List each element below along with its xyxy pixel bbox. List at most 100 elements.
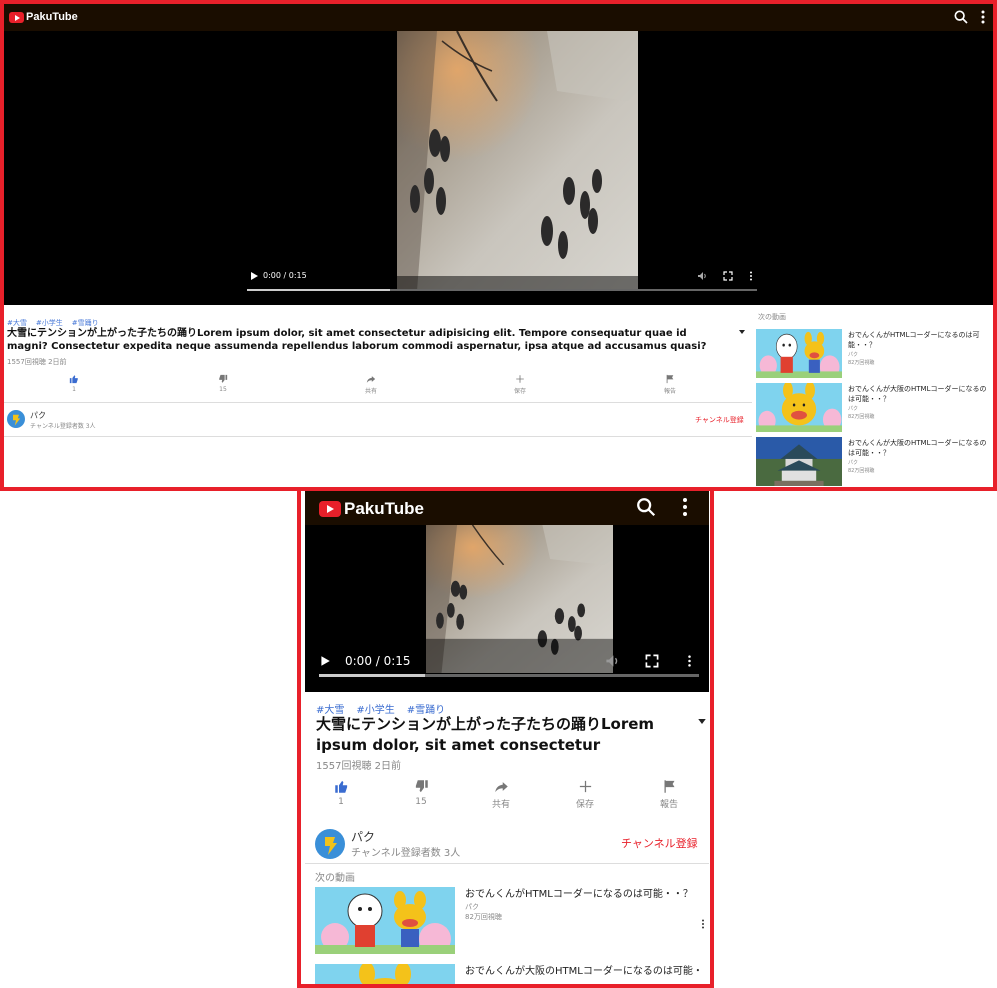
- view-count: 1557回視聴: [316, 761, 372, 772]
- avatar[interactable]: [7, 410, 25, 428]
- share-icon: [494, 782, 508, 793]
- subscribe-button[interactable]: チャンネル登録: [695, 415, 744, 425]
- top-bar: PakuTube: [4, 4, 993, 31]
- progress-bar[interactable]: [319, 674, 699, 677]
- video-thumbnail[interactable]: [315, 887, 455, 954]
- cartoon-thumbnail-image: [315, 964, 455, 984]
- cartoon-thumbnail-image: [315, 887, 455, 954]
- up-next-title[interactable]: おでんくんがHTMLコーダーになるのは可能・・？: [465, 888, 705, 901]
- video-thumbnail[interactable]: [756, 383, 842, 432]
- up-next-channel: パク: [848, 460, 859, 466]
- dislike-count: 15: [219, 386, 227, 393]
- plus-icon: [516, 375, 524, 383]
- share-label: 共有: [364, 388, 377, 395]
- list-item[interactable]: おでんくんが大阪のHTMLコーダーになるのは可能・・？: [315, 964, 709, 984]
- volume-icon[interactable]: [605, 654, 619, 668]
- up-next-title[interactable]: おでんくんが大阪のHTMLコーダーになるのは可能・・？: [848, 438, 988, 458]
- logo-text: PakuTube: [26, 11, 78, 23]
- video-player[interactable]: 0:00 / 0:15: [305, 525, 709, 692]
- time-display: 0:00 / 0:15: [263, 271, 307, 280]
- dislike-button[interactable]: 15: [391, 779, 451, 807]
- search-icon[interactable]: [635, 496, 657, 518]
- player-controls: 0:00 / 0:15: [315, 641, 699, 681]
- list-item[interactable]: おでんくんが大阪のHTMLコーダーになるのは可能・・？ パク 82万回視聴: [756, 437, 993, 487]
- fullscreen-icon[interactable]: [645, 654, 659, 668]
- player-menu-icon[interactable]: [749, 271, 753, 281]
- dislike-count: 15: [415, 797, 427, 807]
- video-thumbnail[interactable]: [315, 964, 455, 984]
- cartoon-thumbnail-image: [756, 329, 842, 378]
- video-thumbnail[interactable]: [756, 329, 842, 378]
- video-player[interactable]: 0:00 / 0:15: [4, 31, 993, 305]
- up-next-title[interactable]: おでんくんがHTMLコーダーになるのは可能・・？: [848, 330, 988, 350]
- fullscreen-icon[interactable]: [723, 271, 733, 281]
- channel-name[interactable]: パク: [30, 410, 46, 421]
- mobile-view: PakuTube 0:00 / 0:15 #大雪 #小学生 #雪踊り 大雪にテン…: [297, 491, 714, 988]
- up-next-views: 82万回視聴: [848, 414, 875, 420]
- like-count: 1: [72, 386, 76, 393]
- progress-bar[interactable]: [247, 289, 757, 291]
- view-count: 1557回視聴: [7, 358, 46, 366]
- up-next-title[interactable]: おでんくんが大阪のHTMLコーダーになるのは可能・・？: [848, 384, 988, 404]
- divider: [4, 402, 752, 403]
- up-next-channel: パク: [848, 352, 859, 358]
- like-button[interactable]: 1: [311, 779, 371, 807]
- up-next-channel: パク: [848, 406, 859, 412]
- avatar[interactable]: [315, 829, 345, 859]
- list-item[interactable]: おでんくんが大阪のHTMLコーダーになるのは可能・・？ パク 82万回視聴: [756, 383, 993, 433]
- share-icon: [366, 376, 376, 383]
- save-button[interactable]: 保存: [555, 779, 615, 810]
- report-button[interactable]: 報告: [639, 779, 699, 810]
- up-next-heading: 次の動画: [758, 313, 786, 321]
- cartoon-thumbnail-image: [756, 383, 842, 432]
- up-next-views: 82万回視聴: [848, 468, 875, 474]
- up-next-views: 82万回視聴: [848, 360, 875, 366]
- action-bar: 1 15 共有 保存 報告: [4, 374, 752, 399]
- channel-row: パク チャンネル登録者数 3人 チャンネル登録: [315, 827, 709, 861]
- thumbs-up-icon: [334, 780, 347, 793]
- channel-logo-icon: [325, 837, 337, 855]
- plus-icon: [579, 780, 591, 793]
- channel-logo-icon: [13, 414, 21, 426]
- video-frame[interactable]: [397, 31, 638, 291]
- share-label: 共有: [491, 800, 510, 810]
- subscriber-count: チャンネル登録者数 3人: [351, 848, 461, 859]
- play-icon[interactable]: [249, 271, 259, 281]
- logo-text: PakuTube: [344, 499, 424, 518]
- action-bar: 1 15 共有 保存 報告: [305, 779, 709, 813]
- channel-name[interactable]: パク: [351, 828, 375, 845]
- dislike-button[interactable]: 15: [203, 374, 243, 393]
- time-display: 0:00 / 0:15: [345, 654, 411, 668]
- upload-age: 2日前: [48, 358, 67, 366]
- up-next-title[interactable]: おでんくんが大阪のHTMLコーダーになるのは可能・・？: [465, 965, 705, 978]
- video-title: 大雪にテンションが上がった子たちの踊りLorem ipsum dolor, si…: [316, 715, 655, 754]
- share-button[interactable]: 共有: [471, 779, 531, 810]
- more-vert-icon[interactable]: [701, 919, 705, 929]
- like-button[interactable]: 1: [54, 374, 94, 393]
- more-vert-icon[interactable]: [681, 497, 689, 517]
- chevron-down-icon[interactable]: [739, 330, 745, 334]
- player-menu-icon[interactable]: [687, 654, 692, 668]
- chevron-down-icon[interactable]: [698, 719, 706, 724]
- search-icon[interactable]: [953, 9, 969, 25]
- list-item[interactable]: おでんくんがHTMLコーダーになるのは可能・・？ パク 82万回視聴: [315, 887, 709, 955]
- logo[interactable]: PakuTube: [9, 11, 78, 23]
- subscribe-button[interactable]: チャンネル登録: [621, 835, 698, 851]
- logo[interactable]: PakuTube: [319, 499, 424, 519]
- snow-scene-image: [397, 31, 638, 291]
- video-meta: 1557回視聴 2日前: [7, 357, 67, 367]
- like-count: 1: [338, 797, 344, 807]
- share-button[interactable]: 共有: [351, 374, 391, 395]
- castle-thumbnail-image: [756, 437, 842, 486]
- play-icon[interactable]: [319, 655, 331, 667]
- flag-icon: [666, 374, 674, 384]
- thumbs-up-icon: [69, 375, 78, 384]
- report-button[interactable]: 報告: [650, 374, 690, 395]
- more-vert-icon[interactable]: [980, 9, 986, 25]
- top-bar: PakuTube: [305, 491, 709, 525]
- video-thumbnail[interactable]: [756, 437, 842, 486]
- save-button[interactable]: 保存: [500, 374, 540, 395]
- volume-icon[interactable]: [697, 271, 707, 281]
- list-item[interactable]: おでんくんがHTMLコーダーになるのは可能・・？ パク 82万回視聴: [756, 329, 993, 379]
- channel-row: パク チャンネル登録者数 3人 チャンネル登録: [7, 408, 752, 436]
